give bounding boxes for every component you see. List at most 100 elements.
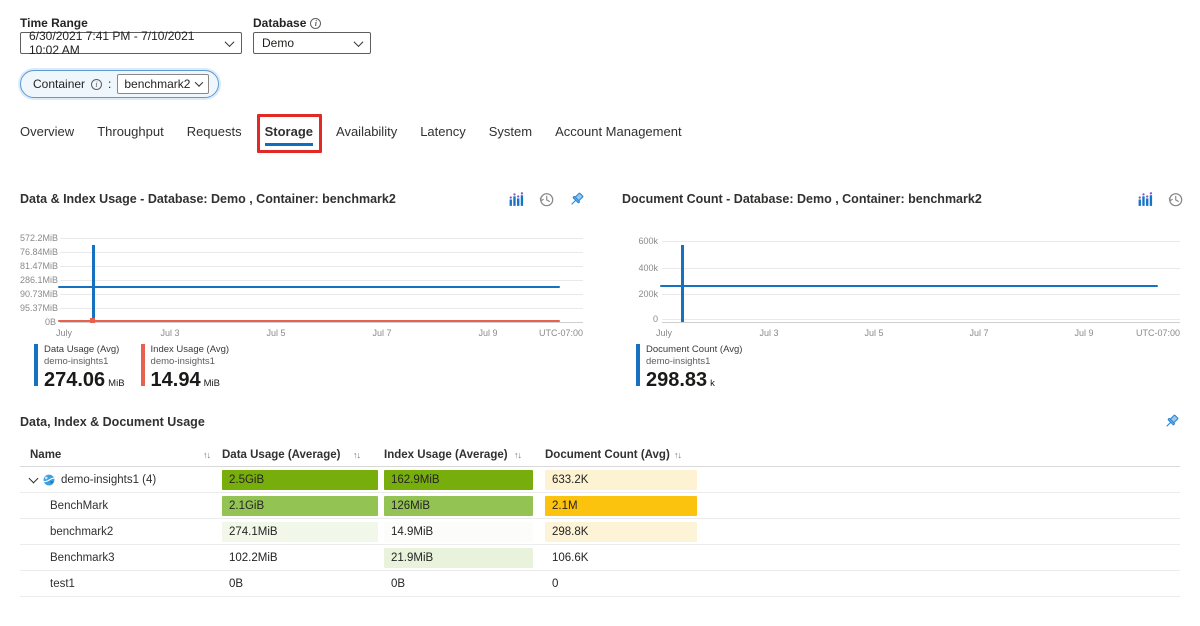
column-header-data-usage[interactable]: Data Usage (Average) ↑↓ — [222, 449, 384, 461]
row-name-label: test1 — [50, 578, 75, 590]
row-name-cell: test1 — [20, 578, 222, 590]
tab-storage-label: Storage — [265, 124, 313, 139]
legend-unit: MiB — [204, 378, 220, 389]
sort-icon[interactable]: ↑↓ — [674, 450, 681, 460]
data-usage-cell: 0B — [222, 574, 378, 594]
row-name-cell: demo-insights1 (4) — [20, 473, 222, 487]
legend-value: 14.94 — [151, 369, 201, 391]
chart-header: Document Count - Database: Demo , Contai… — [622, 188, 1184, 210]
tab-account-management[interactable]: Account Management — [555, 123, 681, 142]
legend-color-bar — [141, 344, 145, 386]
table-row-benchmark3[interactable]: Benchmark3 102.2MiB 21.9MiB 106.6K — [20, 545, 1180, 571]
legend-color-bar — [636, 344, 640, 386]
bar-chart-icon[interactable] — [508, 191, 525, 208]
time-range-label-text: Time Range — [20, 16, 88, 30]
gridline — [662, 241, 1180, 242]
column-label: Document Count (Avg) — [545, 449, 670, 461]
active-tab-underline — [265, 143, 313, 146]
legend-value: 298.83 — [646, 369, 707, 391]
container-label: Container — [33, 77, 85, 91]
collapse-chevron-icon[interactable] — [29, 473, 39, 483]
index-usage-cell: 21.9MiB — [384, 548, 533, 568]
legend-document-count[interactable]: Document Count (Avg) demo-insights1 298.… — [636, 344, 742, 391]
sort-icon[interactable]: ↑↓ — [353, 450, 360, 460]
bar-chart-icon[interactable] — [1137, 191, 1154, 208]
data-usage-series-line — [58, 286, 560, 288]
table-title: Data, Index & Document Usage — [20, 415, 205, 429]
document-count-chart: Document Count - Database: Demo , Contai… — [622, 188, 1184, 391]
table-row-test1[interactable]: test1 0B 0B 0 — [20, 571, 1180, 597]
legend-unit: MiB — [108, 378, 124, 389]
gridline — [60, 308, 583, 309]
x-tick: Jul 7 — [372, 328, 391, 338]
time-range-value: 6/30/2021 7:41 PM - 7/10/2021 10:02 AM — [29, 29, 218, 57]
history-icon[interactable] — [538, 191, 555, 208]
chart-plot-area[interactable]: 572.2MiB 76.84MiB 81.47MiB 286.1MiB 90.7… — [20, 228, 585, 340]
data-index-usage-chart: Data & Index Usage - Database: Demo , Co… — [20, 188, 585, 391]
info-icon[interactable]: i — [91, 79, 102, 90]
table-row-benchmark[interactable]: BenchMark 2.1GiB 126MiB 2.1M — [20, 493, 1180, 519]
x-axis-line — [60, 322, 583, 323]
tab-availability[interactable]: Availability — [336, 123, 397, 142]
database-dropdown[interactable]: Demo — [253, 32, 371, 54]
legend-index-usage[interactable]: Index Usage (Avg) demo-insights1 14.94Mi… — [141, 344, 230, 391]
tab-storage[interactable]: Storage — [265, 123, 313, 142]
index-usage-series-line — [58, 320, 560, 322]
sort-icon[interactable]: ↑↓ — [203, 450, 210, 460]
data-usage-cell: 274.1MiB — [222, 522, 378, 542]
tab-system[interactable]: System — [489, 123, 532, 142]
column-header-index-usage[interactable]: Index Usage (Average) ↑↓ — [384, 449, 545, 461]
data-usage-cell: 2.1GiB — [222, 496, 378, 516]
pin-icon[interactable] — [568, 191, 585, 208]
x-tick: Jul 3 — [759, 328, 778, 338]
chart-title: Document Count - Database: Demo , Contai… — [622, 192, 982, 206]
table-row-demo-insights1[interactable]: demo-insights1 (4) 2.5GiB 162.9MiB 633.2… — [20, 467, 1180, 493]
index-usage-cell: 162.9MiB — [384, 470, 533, 490]
legend-row: Data Usage (Avg) demo-insights1 274.06Mi… — [20, 344, 585, 391]
tab-requests[interactable]: Requests — [187, 123, 242, 142]
time-range-dropdown[interactable]: 6/30/2021 7:41 PM - 7/10/2021 10:02 AM — [20, 32, 242, 54]
row-name-cell: BenchMark — [20, 500, 222, 512]
gridline — [662, 268, 1180, 269]
container-dropdown[interactable]: benchmark2 — [117, 74, 209, 94]
table-header-bar: Data, Index & Document Usage — [20, 413, 1180, 430]
gridline — [60, 294, 583, 295]
sort-icon[interactable]: ↑↓ — [514, 450, 521, 460]
tab-overview[interactable]: Overview — [20, 123, 74, 142]
tab-throughput[interactable]: Throughput — [97, 123, 164, 142]
x-tick: Jul 9 — [1074, 328, 1093, 338]
cosmos-db-icon — [42, 473, 56, 487]
table-row-benchmark2[interactable]: benchmark2 274.1MiB 14.9MiB 298.8K — [20, 519, 1180, 545]
x-tick: Jul 7 — [969, 328, 988, 338]
chart-plot-area[interactable]: 600k 400k 200k 0 July Jul 3 Jul 5 Jul 7 … — [622, 228, 1184, 340]
column-header-document-count[interactable]: Document Count (Avg) ↑↓ — [545, 449, 705, 461]
database-label: Database i — [253, 16, 321, 30]
index-usage-cell: 0B — [384, 574, 533, 594]
storage-insights-page: Time Range 6/30/2021 7:41 PM - 7/10/2021… — [0, 0, 1200, 626]
legend-series-scope: demo-insights1 — [44, 356, 125, 368]
legend-data-usage[interactable]: Data Usage (Avg) demo-insights1 274.06Mi… — [34, 344, 125, 391]
column-label: Index Usage (Average) — [384, 449, 508, 461]
x-tick: Jul 5 — [864, 328, 883, 338]
column-header-name[interactable]: Name ↑↓ — [20, 449, 222, 461]
legend-unit: k — [710, 378, 715, 389]
data-usage-cell: 2.5GiB — [222, 470, 378, 490]
data-usage-cell: 102.2MiB — [222, 548, 378, 568]
y-tick: 572.2MiB — [20, 233, 56, 243]
history-icon[interactable] — [1167, 191, 1184, 208]
chart-actions — [1137, 191, 1184, 208]
gridline — [662, 294, 1180, 295]
row-name-cell: benchmark2 — [20, 526, 222, 538]
y-tick: 600k — [622, 236, 658, 246]
usage-table-section: Data, Index & Document Usage Name ↑↓ Dat… — [20, 413, 1180, 597]
timezone-label: UTC-07:00 — [1136, 328, 1180, 338]
chevron-down-icon — [195, 78, 203, 86]
tab-latency[interactable]: Latency — [420, 123, 466, 142]
info-icon[interactable]: i — [310, 18, 321, 29]
table-column-headers: Name ↑↓ Data Usage (Average) ↑↓ Index Us… — [20, 443, 1180, 467]
pin-icon[interactable] — [1163, 413, 1180, 430]
y-tick: 286.1MiB — [20, 275, 56, 285]
row-name-label: Benchmark3 — [50, 552, 115, 564]
legend-series-name: Document Count (Avg) — [646, 344, 742, 356]
x-tick: Jul 5 — [266, 328, 285, 338]
